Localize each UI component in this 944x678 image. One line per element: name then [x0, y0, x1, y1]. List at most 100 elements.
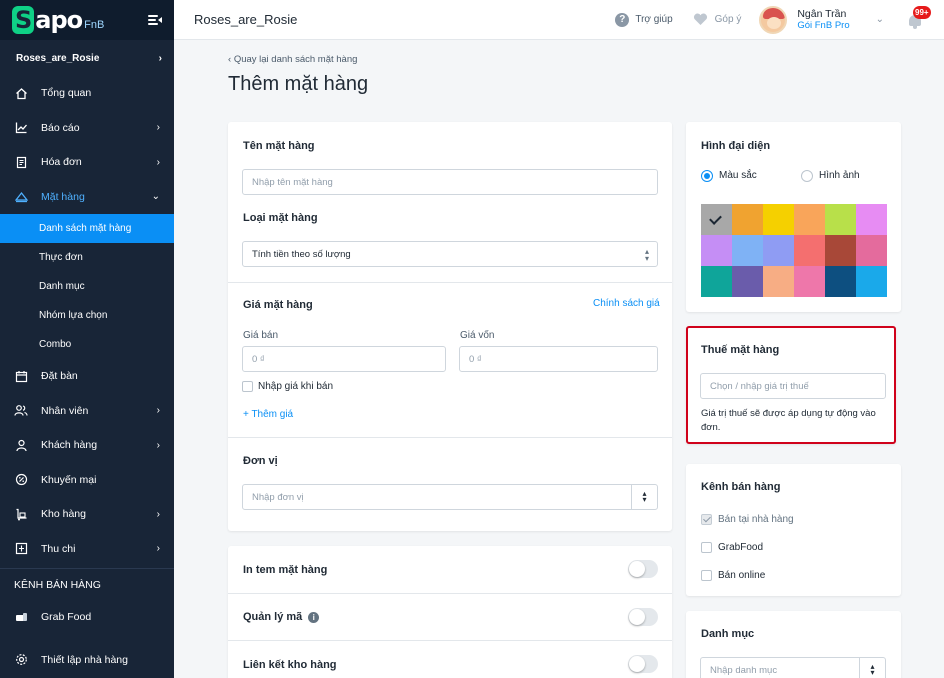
dine-in-checkbox[interactable]: [701, 514, 712, 525]
color-swatch[interactable]: [856, 266, 887, 297]
divider: [228, 437, 672, 438]
sidebar-subitem-menu[interactable]: Thực đơn: [0, 243, 174, 272]
color-swatch[interactable]: [794, 235, 825, 266]
heart-icon: [693, 13, 709, 27]
avatar[interactable]: [759, 5, 788, 34]
code-management-toggle[interactable]: [628, 608, 658, 626]
user-name: Ngân Trần: [797, 7, 847, 20]
color-option-radio[interactable]: [701, 170, 713, 182]
inventory-link-toggle[interactable]: [628, 655, 658, 673]
sell-price-input[interactable]: 0 ₫: [242, 346, 446, 372]
chevron-right-icon: ›: [156, 122, 160, 134]
enter-price-on-sale-checkbox[interactable]: [242, 381, 253, 392]
cost-price-input[interactable]: 0 ₫: [459, 346, 658, 372]
feedback-link[interactable]: Góp ý: [693, 13, 741, 27]
collapse-menu-icon[interactable]: [148, 14, 162, 26]
color-swatch[interactable]: [701, 266, 732, 297]
color-swatch[interactable]: [825, 204, 856, 235]
back-to-list-link[interactable]: ‹ Quay lại danh sách mặt hàng: [228, 54, 357, 65]
chevron-right-icon: ›: [156, 543, 160, 555]
notification-bell-icon[interactable]: 99+: [908, 5, 931, 29]
user-info[interactable]: Ngân Trần Gói FnB Pro: [797, 8, 849, 32]
sidebar-item-customers[interactable]: Khách hàng ›: [0, 428, 174, 463]
color-swatch[interactable]: [732, 266, 763, 297]
color-swatch-selected[interactable]: [701, 204, 732, 235]
chevron-right-icon: ›: [156, 405, 160, 417]
logo-text: apo: [35, 6, 83, 34]
category-card-title: Danh mục: [701, 628, 755, 640]
sidebar-item-overview[interactable]: Tổng quan: [0, 76, 174, 111]
enter-price-on-sale-label: Nhập giá khi bán: [258, 381, 334, 392]
product-type-label: Loại mặt hàng: [243, 212, 318, 224]
sidebar-item-reservations[interactable]: Đặt bàn: [0, 359, 174, 394]
unit-select[interactable]: Nhập đơn vị ▴ ▾: [242, 484, 658, 510]
chevron-left-icon: ‹: [228, 54, 232, 65]
sidebar-item-invoices[interactable]: Hóa đơn ›: [0, 145, 174, 180]
color-swatch[interactable]: [825, 235, 856, 266]
logo-suffix: FnB: [84, 19, 105, 31]
color-swatch[interactable]: [794, 204, 825, 235]
logo-s: S: [12, 6, 35, 34]
sidebar-item-reports[interactable]: Báo cáo ›: [0, 111, 174, 146]
sidebar-subitem-categories[interactable]: Danh mục: [0, 272, 174, 301]
product-type-select[interactable]: Tính tiền theo số lượng ▴ ▾: [242, 241, 658, 267]
code-management-label: Quản lý mã i: [243, 611, 320, 623]
grabfood-label: GrabFood: [718, 542, 764, 553]
chevron-down-icon[interactable]: ⌄: [876, 14, 884, 25]
topbar: Roses_are_Rosie ? Trợ giúp Góp ý Ngân Tr…: [174, 0, 944, 40]
sidebar-item-inventory[interactable]: Kho hàng ›: [0, 497, 174, 532]
help-link[interactable]: ? Trợ giúp: [615, 12, 673, 27]
select-button[interactable]: ▴ ▾: [631, 485, 657, 509]
sidebar-subitem-product-list[interactable]: Danh sách mặt hàng: [0, 214, 174, 243]
notification-badge: 99+: [913, 5, 931, 19]
sidebar-subitem-option-groups[interactable]: Nhóm lựa chọn: [0, 301, 174, 330]
chevron-right-icon: ›: [156, 439, 160, 451]
sidebar-item-staff[interactable]: Nhân viên ›: [0, 394, 174, 429]
sidebar-item-products[interactable]: Mặt hàng ⌄: [0, 180, 174, 215]
print-label-toggle[interactable]: [628, 560, 658, 578]
print-label-label: In tem mặt hàng: [243, 564, 328, 576]
color-option-label: Màu sắc: [719, 170, 757, 181]
color-swatch[interactable]: [763, 266, 794, 297]
color-swatch[interactable]: [794, 266, 825, 297]
category-select[interactable]: Nhập danh mục ▴ ▾: [700, 657, 886, 678]
grab-food-icon: [14, 610, 28, 624]
gear-icon: [14, 653, 28, 667]
color-swatch[interactable]: [732, 204, 763, 235]
select-button[interactable]: ▴ ▾: [859, 658, 885, 678]
color-swatch[interactable]: [856, 235, 887, 266]
divider: [228, 640, 672, 641]
sidebar-item-restaurant-settings[interactable]: Thiết lập nhà hàng: [0, 643, 174, 678]
info-icon[interactable]: i: [308, 611, 320, 623]
color-swatch[interactable]: [856, 204, 887, 235]
online-label: Bán online: [718, 570, 766, 581]
color-swatch[interactable]: [732, 235, 763, 266]
online-checkbox[interactable]: [701, 570, 712, 581]
avatar-card-title: Hình đại diện: [701, 140, 771, 152]
color-swatch[interactable]: [825, 266, 856, 297]
color-swatch[interactable]: [701, 235, 732, 266]
price-policy-link[interactable]: Chính sách giá: [593, 298, 660, 309]
price-section-label: Giá mặt hàng: [243, 299, 313, 311]
add-price-link[interactable]: + Thêm giá: [243, 409, 293, 420]
sidebar-store-selector[interactable]: Roses_are_Rosie ›: [0, 40, 174, 76]
sapo-logo[interactable]: Sapo FnB: [12, 6, 104, 34]
divider: [228, 593, 672, 594]
invoice-icon: [14, 155, 28, 169]
users-icon: [14, 404, 28, 418]
home-icon: [14, 86, 28, 100]
image-option-label: Hình ảnh: [819, 170, 860, 181]
sidebar-item-grab-food[interactable]: Grab Food: [0, 600, 174, 635]
sidebar-subitem-combo[interactable]: Combo: [0, 330, 174, 359]
select-arrows-icon: ▴ ▾: [644, 247, 649, 263]
product-name-input[interactable]: Nhập tên mặt hàng: [242, 169, 658, 195]
dine-in-label: Bán tại nhà hàng: [718, 514, 794, 525]
grabfood-checkbox[interactable]: [701, 542, 712, 553]
color-swatch[interactable]: [763, 204, 794, 235]
sidebar-item-promotions[interactable]: Khuyến mại: [0, 463, 174, 498]
image-option-radio[interactable]: [801, 170, 813, 182]
tax-input[interactable]: Chọn / nhập giá trị thuế: [700, 373, 886, 399]
color-swatch[interactable]: [763, 235, 794, 266]
sidebar-item-cashbook[interactable]: Thu chi ›: [0, 532, 174, 567]
cost-price-label: Giá vốn: [460, 330, 495, 341]
